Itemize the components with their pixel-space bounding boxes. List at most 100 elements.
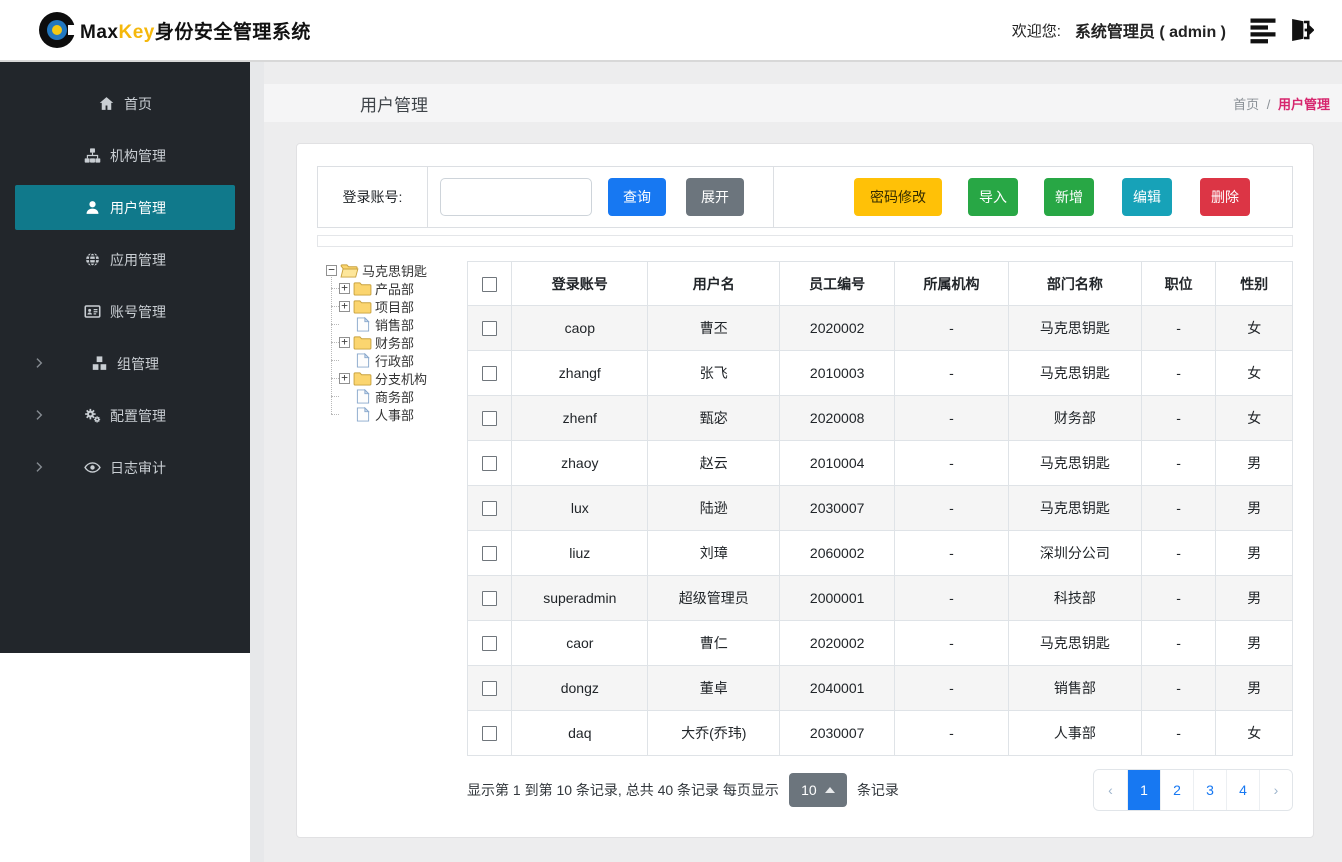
next-page-button[interactable]: › xyxy=(1259,770,1292,810)
sidebar-item-label: 组管理 xyxy=(117,355,159,372)
expand-expander-icon[interactable]: + xyxy=(339,372,350,384)
page-button-2[interactable]: 2 xyxy=(1160,770,1193,810)
table-row[interactable]: zhenf 甄宓 2020008- 财务部 - 女 xyxy=(466,395,1293,441)
pagination: ‹ 1 2 3 4 › xyxy=(1093,769,1293,811)
content-row: − 马克思钥匙 + 产品部 + 项目部 销售部 + 财务部 行政部 + 分支机构… xyxy=(317,261,1293,812)
breadcrumb-current: 用户管理 xyxy=(1277,96,1330,112)
home-icon xyxy=(98,95,115,112)
table-row[interactable]: superadmin 超级管理员 2000001- 科技部 - 男 xyxy=(466,575,1293,621)
table-header-row: 登录账号 用户名 员工编号 所属机构 部门名称 职位 性别 xyxy=(466,261,1293,306)
select-all-checkbox[interactable] xyxy=(482,276,498,292)
col-header: 所属机构 xyxy=(894,261,1009,306)
tree-node[interactable]: + 项目部 xyxy=(331,297,467,315)
table-row[interactable]: zhaoy 赵云 2010004- 马克思钥匙 - 男 xyxy=(466,440,1293,486)
maxkey-logo-icon xyxy=(38,11,76,49)
sidebar-item-home[interactable]: 首页 xyxy=(15,81,235,126)
sidebar-item-org[interactable]: 机构管理 xyxy=(15,133,235,178)
page-button-4[interactable]: 4 xyxy=(1226,770,1259,810)
import-button[interactable]: 导入 xyxy=(968,178,1018,216)
expand-expander-icon[interactable]: + xyxy=(339,336,350,348)
edit-button[interactable]: 编辑 xyxy=(1122,178,1172,216)
id-card-icon xyxy=(84,303,101,320)
tree-node-label: 马克思钥匙 xyxy=(362,263,428,279)
breadcrumb: 首页 / 用户管理 xyxy=(1233,94,1330,113)
row-checkbox[interactable] xyxy=(482,411,498,427)
sidebar-item-users[interactable]: 用户管理 xyxy=(15,185,235,230)
eye-icon xyxy=(84,459,101,476)
folder-icon xyxy=(353,371,372,386)
folder-icon xyxy=(353,335,372,350)
expand-expander-icon[interactable]: + xyxy=(339,282,350,294)
col-header: 用户名 xyxy=(647,261,781,306)
expand-expander-icon[interactable]: + xyxy=(339,300,350,312)
table-row[interactable]: caop 曹丕 2020002- 马克思钥匙 - 女 xyxy=(466,305,1293,351)
gears-icon xyxy=(84,407,101,424)
users-table: 登录账号 用户名 员工编号 所属机构 部门名称 职位 性别 caop 曹丕 20… xyxy=(466,261,1293,756)
tree-node-label: 产品部 xyxy=(375,281,415,297)
collapse-expander-icon[interactable]: − xyxy=(326,264,337,276)
topbar-right: 欢迎您: 系统管理员 ( admin ) xyxy=(1012,15,1314,45)
breadcrumb-home-link[interactable]: 首页 xyxy=(1233,97,1259,112)
table-row[interactable]: zhangf 张飞 2010003- 马克思钥匙 - 女 xyxy=(466,350,1293,396)
query-button[interactable]: 查询 xyxy=(608,178,666,216)
row-checkbox[interactable] xyxy=(482,366,498,382)
page-title-bar: 用户管理 首页 / 用户管理 xyxy=(264,84,1342,122)
table-row[interactable]: caor 曹仁 2020002- 马克思钥匙 - 男 xyxy=(466,620,1293,666)
col-header: 部门名称 xyxy=(1007,261,1142,306)
file-icon xyxy=(356,389,370,404)
col-header: 职位 xyxy=(1140,261,1217,306)
login-account-input[interactable] xyxy=(440,178,592,216)
tree-node-label: 商务部 xyxy=(375,389,415,405)
tree-node-label: 分支机构 xyxy=(375,371,428,387)
action-buttons: 密码修改 导入 新增 编辑 删除 xyxy=(854,178,1250,216)
file-icon xyxy=(356,353,370,368)
page-button-3[interactable]: 3 xyxy=(1193,770,1226,810)
change-password-button[interactable]: 密码修改 xyxy=(854,178,942,216)
table-row[interactable]: lux 陆逊 2030007- 马克思钥匙 - 男 xyxy=(466,485,1293,531)
cubes-icon xyxy=(91,355,108,372)
table-row[interactable]: daq 大乔(乔玮) 2030007- 人事部 - 女 xyxy=(466,710,1293,756)
tree-node[interactable]: + 分支机构 xyxy=(331,369,467,387)
tree-node[interactable]: 人事部 xyxy=(331,405,467,423)
page-button-1[interactable]: 1 xyxy=(1127,770,1160,810)
expand-button[interactable]: 展开 xyxy=(686,178,744,216)
sidebar-item-apps[interactable]: 应用管理 xyxy=(15,237,235,282)
sidebar-item-groups[interactable]: 组管理 xyxy=(15,341,235,386)
row-checkbox[interactable] xyxy=(482,726,498,742)
row-checkbox[interactable] xyxy=(482,321,498,337)
breadcrumb-separator: / xyxy=(1266,96,1271,112)
page-title: 用户管理 xyxy=(360,95,428,115)
table-row[interactable]: liuz 刘璋 2060002- 深圳分公司 - 男 xyxy=(466,530,1293,576)
tree-node[interactable]: 商务部 xyxy=(331,387,467,405)
row-checkbox[interactable] xyxy=(482,456,498,472)
tree-node[interactable]: + 产品部 xyxy=(331,279,467,297)
col-header: 登录账号 xyxy=(511,261,649,306)
row-checkbox[interactable] xyxy=(482,636,498,652)
page-size-dropdown[interactable]: 10 xyxy=(788,773,847,807)
row-checkbox[interactable] xyxy=(482,591,498,607)
sidebar-item-config[interactable]: 配置管理 xyxy=(15,393,235,438)
main-content: 用户管理 首页 / 用户管理 登录账号: 查询 展开 密码修改 导入 新增 编辑 xyxy=(264,62,1342,862)
tree-root-node[interactable]: − 马克思钥匙 xyxy=(326,261,467,279)
sitemap-icon xyxy=(84,147,101,164)
layout-gap xyxy=(250,62,264,862)
table-row[interactable]: dongz 董卓 2040001- 销售部 - 男 xyxy=(466,665,1293,711)
tree-node[interactable]: 行政部 xyxy=(331,351,467,369)
sidebar: 首页 机构管理 用户管理 应用管理 账号管理 组管理 配置管理 日志审计 xyxy=(0,62,250,653)
logout-icon[interactable] xyxy=(1284,15,1314,45)
add-button[interactable]: 新增 xyxy=(1044,178,1094,216)
prev-page-button[interactable]: ‹ xyxy=(1094,770,1127,810)
row-checkbox[interactable] xyxy=(482,546,498,562)
sidebar-item-audit[interactable]: 日志审计 xyxy=(15,445,235,490)
tree-node[interactable]: + 财务部 xyxy=(331,333,467,351)
chevron-right-icon xyxy=(32,355,46,371)
brand-title: MaxKey身份安全管理系统 xyxy=(80,17,311,44)
sidebar-item-accounts[interactable]: 账号管理 xyxy=(15,289,235,334)
users-table-wrap: 登录账号 用户名 员工编号 所属机构 部门名称 职位 性别 caop 曹丕 20… xyxy=(466,261,1293,812)
delete-button[interactable]: 删除 xyxy=(1200,178,1250,216)
menu-list-icon[interactable] xyxy=(1248,15,1278,45)
row-checkbox[interactable] xyxy=(482,681,498,697)
sidebar-item-label: 应用管理 xyxy=(110,251,166,268)
tree-node[interactable]: 销售部 xyxy=(331,315,467,333)
row-checkbox[interactable] xyxy=(482,501,498,517)
